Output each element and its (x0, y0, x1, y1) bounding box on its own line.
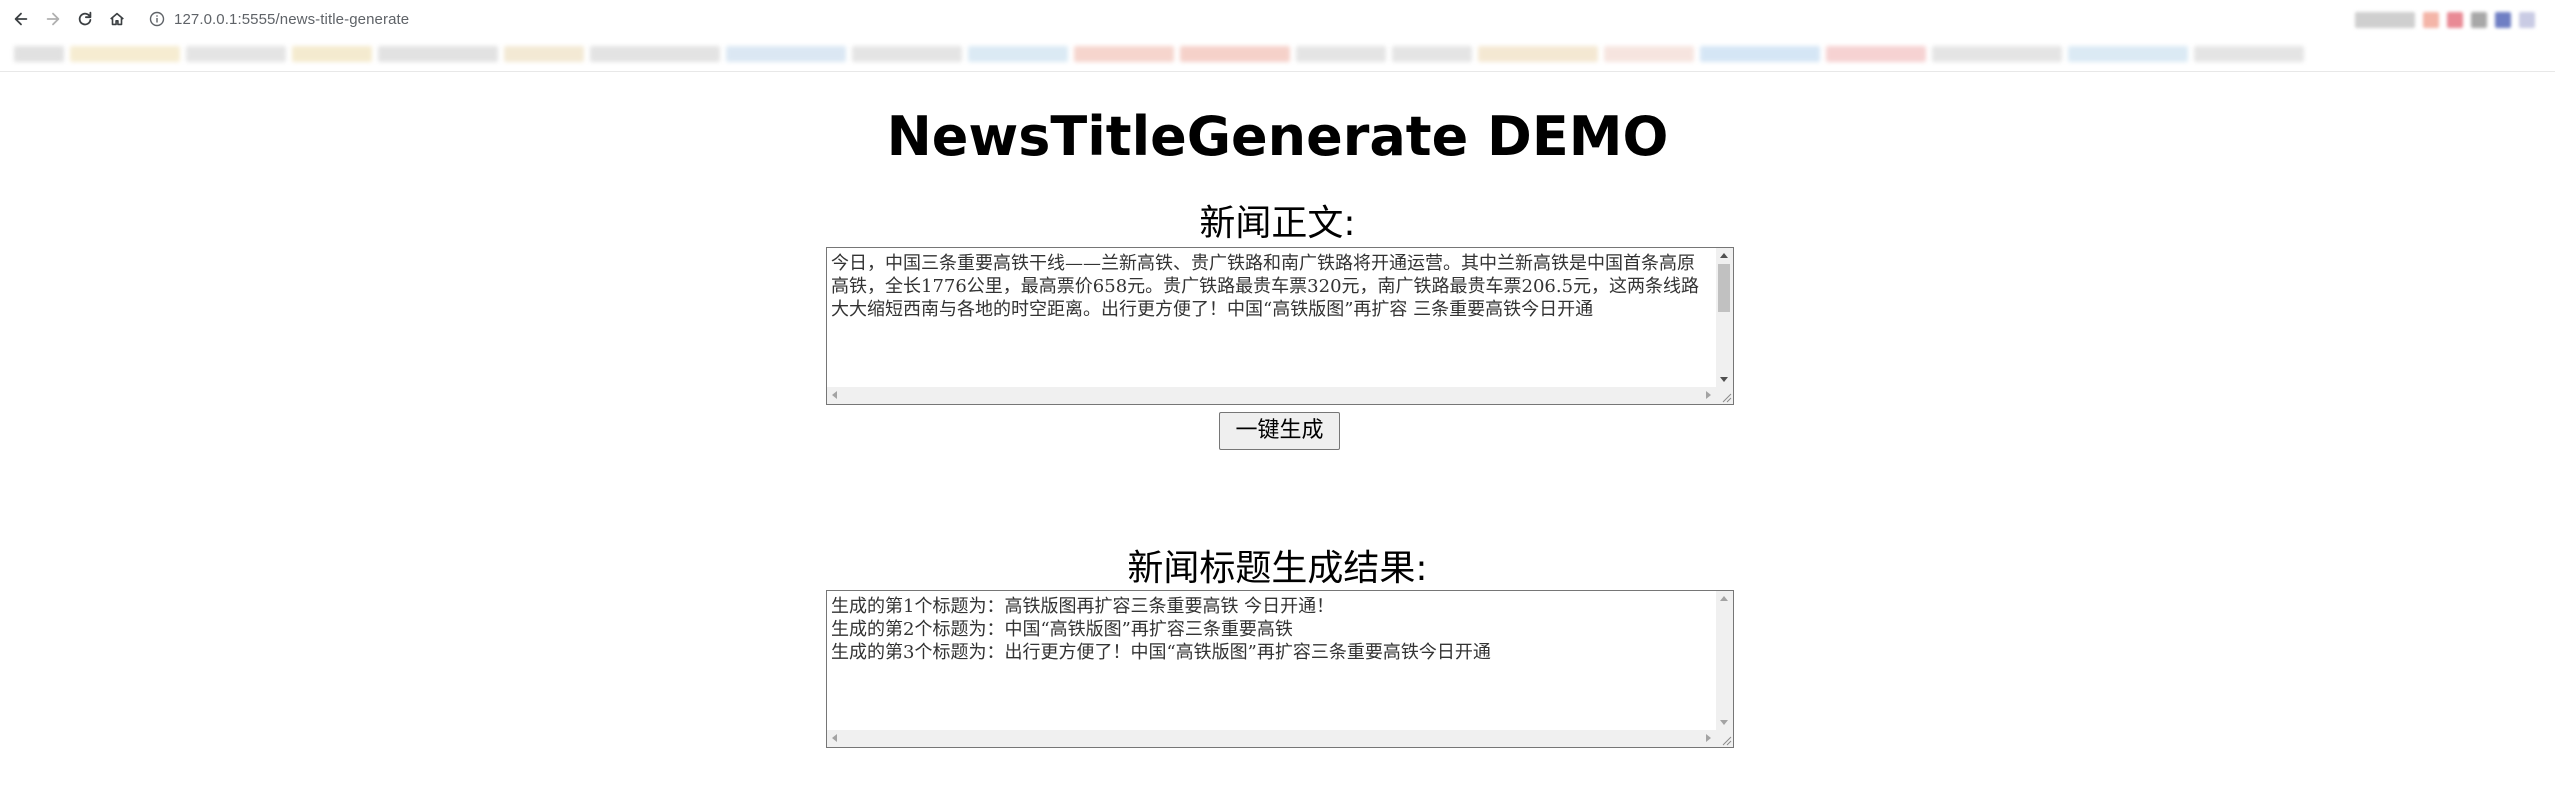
blurred-bookmark[interactable] (968, 46, 1068, 62)
blurred-extension (2471, 12, 2487, 28)
scroll-right-icon[interactable] (1706, 391, 1711, 399)
resize-grip-icon[interactable] (1716, 387, 1733, 404)
result-label: 新闻标题生成结果: (1127, 548, 1428, 589)
blurred-bookmark[interactable] (1700, 46, 1820, 62)
blurred-bookmark[interactable] (852, 46, 962, 62)
scroll-down-icon[interactable] (1720, 377, 1728, 382)
blurred-bookmark[interactable] (1932, 46, 2062, 62)
result-textarea[interactable]: 生成的第1个标题为：高铁版图再扩容三条重要高铁 今日开通！ 生成的第2个标题为：… (826, 590, 1734, 748)
scroll-right-icon[interactable] (1706, 734, 1711, 742)
blurred-bookmark[interactable] (2068, 46, 2188, 62)
reload-icon[interactable] (74, 8, 96, 30)
scroll-up-icon[interactable] (1720, 253, 1728, 258)
blurred-bookmark[interactable] (1604, 46, 1694, 62)
scroll-down-icon[interactable] (1720, 720, 1728, 725)
blurred-bookmark[interactable] (70, 46, 180, 62)
news-body-label: 新闻正文: (1199, 203, 1356, 244)
blurred-bookmark[interactable] (378, 46, 498, 62)
blurred-bookmark[interactable] (292, 46, 372, 62)
home-icon[interactable] (106, 8, 128, 30)
blurred-bookmark[interactable] (590, 46, 720, 62)
arrow-right-icon[interactable] (42, 8, 64, 30)
blurred-extension (2495, 12, 2511, 28)
blurred-extension (2355, 12, 2415, 28)
vertical-scrollbar[interactable] (1716, 248, 1733, 387)
blurred-bookmark[interactable] (2194, 46, 2304, 62)
blurred-extension (2519, 12, 2535, 28)
vertical-scrollbar[interactable] (1716, 591, 1733, 730)
scroll-left-icon[interactable] (832, 734, 837, 742)
blurred-bookmark[interactable] (186, 46, 286, 62)
scroll-up-icon[interactable] (1720, 596, 1728, 601)
blurred-extension (2447, 12, 2463, 28)
blurred-bookmark[interactable] (1826, 46, 1926, 62)
blurred-bookmark[interactable] (504, 46, 584, 62)
page-title: NewsTitleGenerate DEMO (886, 105, 1669, 168)
scrollbar-thumb[interactable] (1718, 264, 1730, 312)
blurred-bookmark[interactable] (1180, 46, 1290, 62)
browser-chrome: 127.0.0.1:5555/news-title-generate (0, 0, 2555, 72)
extension-icons (2355, 12, 2535, 28)
blurred-bookmark[interactable] (1074, 46, 1174, 62)
result-text[interactable]: 生成的第1个标题为：高铁版图再扩容三条重要高铁 今日开通！ 生成的第2个标题为：… (831, 595, 1711, 725)
browser-toolbar: 127.0.0.1:5555/news-title-generate (0, 0, 2555, 38)
address-bar[interactable]: 127.0.0.1:5555/news-title-generate (138, 4, 2268, 34)
news-body-text[interactable]: 今日，中国三条重要高铁干线——兰新高铁、贵广铁路和南广铁路将开通运营。其中兰新高… (831, 252, 1711, 382)
news-body-textarea[interactable]: 今日，中国三条重要高铁干线——兰新高铁、贵广铁路和南广铁路将开通运营。其中兰新高… (826, 247, 1734, 405)
blurred-bookmark[interactable] (726, 46, 846, 62)
horizontal-scrollbar[interactable] (827, 730, 1716, 747)
resize-grip-icon[interactable] (1716, 730, 1733, 747)
url-text: 127.0.0.1:5555/news-title-generate (174, 10, 410, 28)
scroll-left-icon[interactable] (832, 391, 837, 399)
info-icon[interactable] (148, 10, 166, 28)
blurred-bookmark[interactable] (1296, 46, 1386, 62)
blurred-extension (2423, 12, 2439, 28)
bookmarks-bar (0, 42, 2555, 66)
horizontal-scrollbar[interactable] (827, 387, 1716, 404)
arrow-left-icon[interactable] (10, 8, 32, 30)
page-content: NewsTitleGenerate DEMO 新闻正文: 今日，中国三条重要高铁… (0, 72, 2555, 787)
blurred-bookmark[interactable] (1478, 46, 1598, 62)
generate-button[interactable]: 一键生成 (1219, 412, 1340, 450)
blurred-bookmark[interactable] (1392, 46, 1472, 62)
blurred-bookmark[interactable] (14, 46, 64, 62)
